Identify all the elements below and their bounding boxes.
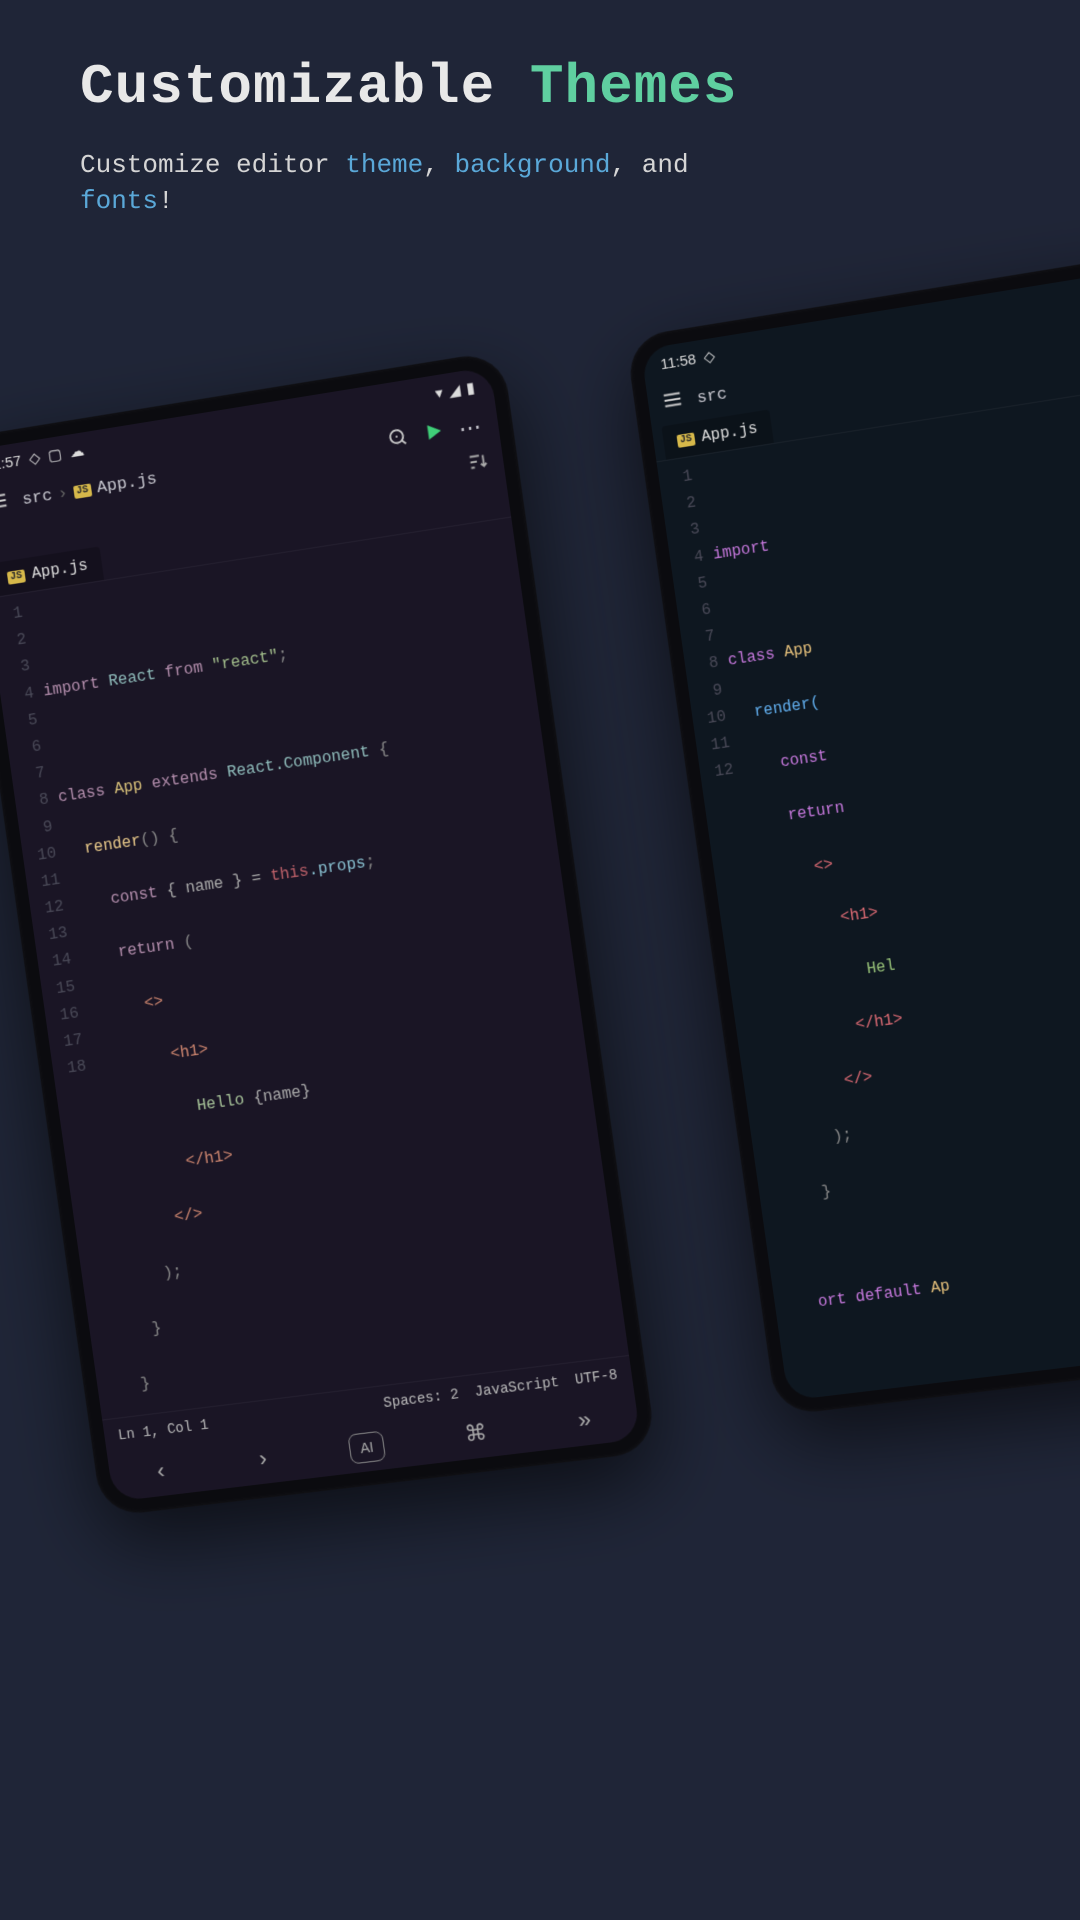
wifi-icon: ▾	[434, 383, 444, 402]
command-icon[interactable]: ⌘	[452, 1413, 499, 1456]
run-icon[interactable]	[421, 419, 447, 450]
status-time: 11:58	[659, 350, 697, 372]
line-number: 8	[14, 787, 51, 819]
cloud-icon: ☁	[68, 441, 85, 461]
chevron-right-icon: ›	[57, 484, 70, 504]
hero-title-a: Customizable	[80, 55, 495, 119]
line-number: 18	[51, 1054, 88, 1085]
hero-title: Customizable Themes	[80, 55, 739, 119]
phone-mockup-primary: 11:57 ◇ ▢ ☁ ▾ ◢ ▮ src › JS	[0, 350, 657, 1517]
more-icon[interactable]: ⋯	[457, 414, 486, 444]
breadcrumb[interactable]: src	[696, 385, 728, 408]
line-number: 12	[699, 757, 736, 788]
js-icon: JS	[73, 483, 92, 499]
cursor-position[interactable]: Ln 1, Col 1	[117, 1417, 209, 1444]
line-number: 14	[36, 947, 73, 978]
ai-button[interactable]: AI	[347, 1431, 386, 1465]
hero-title-b: Themes	[530, 55, 738, 119]
battery-icon: ▮	[465, 378, 476, 397]
phone-mockup-secondary: 11:58 ◇ src JS App.js 12345678910111	[625, 252, 1080, 1416]
hero-subtitle: Customize editor theme, background, and …	[80, 147, 739, 220]
shield-icon: ◇	[28, 448, 42, 467]
js-icon: JS	[676, 432, 695, 448]
menu-icon[interactable]	[660, 387, 685, 418]
expand-icon[interactable]: »	[566, 1401, 605, 1442]
status-time: 11:57	[0, 452, 22, 474]
indent-setting[interactable]: Spaces: 2	[383, 1387, 460, 1412]
nav-right-icon[interactable]: ›	[244, 1440, 282, 1480]
nav-left-icon[interactable]: ‹	[142, 1452, 179, 1492]
sort-icon[interactable]	[465, 449, 491, 480]
language-mode[interactable]: JavaScript	[474, 1374, 560, 1400]
menu-icon[interactable]	[0, 489, 11, 520]
code-editor[interactable]: 123456789101112131415161718 import React…	[0, 517, 629, 1419]
code-editor[interactable]: 123456789101112 import class App render(…	[657, 383, 1080, 1401]
line-number: 17	[48, 1027, 85, 1058]
square-icon: ▢	[47, 445, 63, 465]
line-number: 5	[3, 707, 40, 739]
encoding[interactable]: UTF-8	[574, 1367, 619, 1388]
signal-icon: ◢	[447, 381, 461, 401]
shield-icon: ◇	[702, 347, 716, 367]
find-icon[interactable]	[385, 425, 411, 456]
line-number: 8	[684, 650, 721, 682]
js-icon: JS	[7, 569, 26, 584]
